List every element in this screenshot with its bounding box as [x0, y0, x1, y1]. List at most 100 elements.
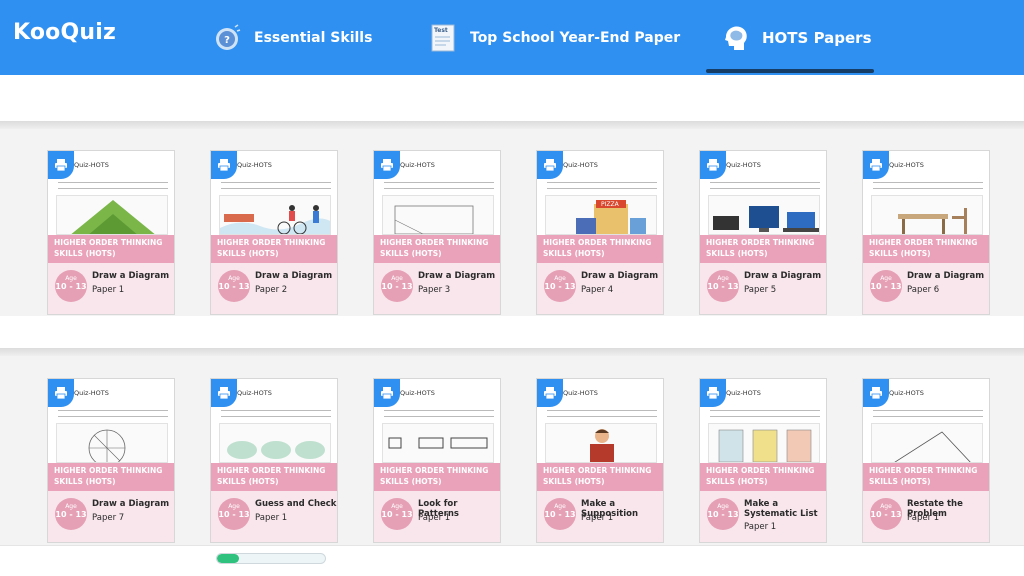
age-label: Age: [391, 275, 403, 282]
worksheet-name-lines: [384, 405, 494, 419]
card-brand: Quiz-HOTS: [563, 161, 598, 169]
printer-icon[interactable]: [374, 379, 400, 407]
hots-band-label: HIGHER ORDER THINKING SKILLS (HOTS): [374, 235, 500, 263]
worksheet-paper-number: Paper 1: [418, 513, 451, 523]
card-info: Age 10 - 13 Look for Patterns Paper 1: [374, 491, 500, 542]
age-label: Age: [65, 503, 77, 510]
worksheet-paper-number: Paper 4: [581, 285, 614, 295]
worksheet-paper-number: Paper 1: [581, 513, 614, 523]
age-badge: Age 10 - 13: [870, 270, 902, 302]
age-range: 10 - 13: [218, 510, 250, 519]
hots-band-label: HIGHER ORDER THINKING SKILLS (HOTS): [700, 463, 826, 491]
printer-icon[interactable]: [537, 151, 563, 179]
tab-top-school-year-end-paper[interactable]: Test Top School Year-End Paper: [428, 0, 680, 75]
worksheet-illustration: [219, 423, 331, 463]
printer-icon[interactable]: [863, 379, 889, 407]
hots-band-label: HIGHER ORDER THINKING SKILLS (HOTS): [537, 235, 663, 263]
printer-icon[interactable]: [48, 151, 74, 179]
age-label: Age: [554, 503, 566, 510]
worksheet-illustration: PIZZA: [545, 195, 657, 235]
progress-fill: [217, 554, 239, 563]
age-badge: Age 10 - 13: [707, 498, 739, 530]
brain-head-icon: [720, 23, 750, 53]
hots-band-label: HIGHER ORDER THINKING SKILLS (HOTS): [211, 235, 337, 263]
shelf-edge-1: [0, 121, 1024, 129]
worksheet-title: Draw a Diagram: [744, 271, 822, 281]
worksheet-paper-number: Paper 1: [744, 522, 777, 532]
kooquiz-logo[interactable]: KooQuiz: [13, 20, 116, 45]
card-info: Age 10 - 13 Draw a Diagram Paper 3: [374, 263, 500, 314]
worksheet-card[interactable]: Quiz-HOTS HIGHER ORDER THINKING SKILLS (H…: [699, 378, 827, 543]
shelf-edge-2: [0, 348, 1024, 356]
age-label: Age: [65, 275, 77, 282]
worksheet-card[interactable]: Quiz-HOTS HIGHER ORDER THINKING SKILLS (H…: [862, 150, 990, 315]
age-badge: Age 10 - 13: [544, 270, 576, 302]
printer-icon[interactable]: [211, 151, 237, 179]
printer-icon[interactable]: [374, 151, 400, 179]
worksheet-illustration: [708, 423, 820, 463]
age-label: Age: [228, 503, 240, 510]
worksheet-paper-number: Paper 1: [907, 513, 940, 523]
age-label: Age: [717, 275, 729, 282]
printer-icon[interactable]: [211, 379, 237, 407]
worksheet-card[interactable]: Quiz-HOTS HIGHER ORDER THINKING SKILLS (H…: [373, 378, 501, 543]
card-brand: Quiz-HOTS: [889, 161, 924, 169]
printer-icon[interactable]: [700, 379, 726, 407]
age-range: 10 - 13: [707, 510, 739, 519]
tab-top-school-label: Top School Year-End Paper: [470, 29, 681, 46]
worksheet-card[interactable]: Quiz-HOTS HIGHER ORDER THINKING SKILLS (H…: [210, 150, 338, 315]
svg-text:?: ?: [224, 35, 230, 46]
printer-icon[interactable]: [863, 151, 889, 179]
card-info: Age 10 - 13 Guess and Check Paper 1: [211, 491, 337, 542]
hots-band-label: HIGHER ORDER THINKING SKILLS (HOTS): [48, 235, 174, 263]
hots-band-label: HIGHER ORDER THINKING SKILLS (HOTS): [537, 463, 663, 491]
worksheet-paper-number: Paper 6: [907, 285, 940, 295]
age-range: 10 - 13: [870, 510, 902, 519]
active-tab-indicator: [706, 69, 874, 73]
tab-essential-skills[interactable]: ? Essential Skills: [212, 0, 372, 75]
card-brand: Quiz-HOTS: [400, 389, 435, 397]
tab-hots-papers[interactable]: HOTS Papers: [720, 0, 872, 75]
printer-icon[interactable]: [537, 379, 563, 407]
worksheet-name-lines: [873, 177, 983, 191]
card-brand: Quiz-HOTS: [400, 161, 435, 169]
worksheet-card[interactable]: Quiz-HOTS HIGHER ORDER THINKING SKILLS (H…: [699, 150, 827, 315]
worksheet-card[interactable]: Quiz-HOTS PIZZA HIGHER ORDER THINKING SKIL…: [536, 150, 664, 315]
card-brand: Quiz-HOTS: [889, 389, 924, 397]
age-range: 10 - 13: [544, 510, 576, 519]
worksheet-title: Draw a Diagram: [581, 271, 659, 281]
card-info: Age 10 - 13 Make a Supposition Paper 1: [537, 491, 663, 542]
worksheet-card[interactable]: Quiz-HOTS HIGHER ORDER THINKING SKILLS (H…: [210, 378, 338, 543]
hots-band-label: HIGHER ORDER THINKING SKILLS (HOTS): [863, 235, 989, 263]
card-info: Age 10 - 13 Restate the Problem Paper 1: [863, 491, 989, 542]
worksheet-title: Guess and Check: [255, 499, 337, 509]
age-range: 10 - 13: [381, 510, 413, 519]
hots-band-label: HIGHER ORDER THINKING SKILLS (HOTS): [48, 463, 174, 491]
worksheet-card[interactable]: Quiz-HOTS HIGHER ORDER THINKING SKILLS (H…: [536, 378, 664, 543]
printer-icon[interactable]: [700, 151, 726, 179]
age-range: 10 - 13: [544, 282, 576, 291]
svg-text:PIZZA: PIZZA: [601, 201, 620, 208]
worksheet-illustration: [382, 423, 494, 463]
age-badge: Age 10 - 13: [55, 270, 87, 302]
worksheet-card[interactable]: Quiz-HOTS HIGHER ORDER THINKING SKILLS (H…: [47, 150, 175, 315]
hots-band-label: HIGHER ORDER THINKING SKILLS (HOTS): [700, 235, 826, 263]
printer-icon[interactable]: [48, 379, 74, 407]
worksheet-card[interactable]: Quiz-HOTS HIGHER ORDER THINKING SKILLS (H…: [862, 378, 990, 543]
hots-band-label: HIGHER ORDER THINKING SKILLS (HOTS): [211, 463, 337, 491]
card-info: Age 10 - 13 Draw a Diagram Paper 6: [863, 263, 989, 314]
age-badge: Age 10 - 13: [707, 270, 739, 302]
card-info: Age 10 - 13 Draw a Diagram Paper 5: [700, 263, 826, 314]
svg-text:Test: Test: [434, 27, 448, 34]
tab-essential-skills-label: Essential Skills: [254, 29, 373, 46]
hots-band-label: HIGHER ORDER THINKING SKILLS (HOTS): [863, 463, 989, 491]
worksheet-card[interactable]: Quiz-HOTS HIGHER ORDER THINKING SKILLS (H…: [373, 150, 501, 315]
footer-bar: [0, 545, 1024, 576]
age-label: Age: [717, 503, 729, 510]
worksheet-illustration: [871, 195, 983, 235]
worksheet-card[interactable]: Quiz-HOTS HIGHER ORDER THINKING SKILLS (H…: [47, 378, 175, 543]
worksheet-name-lines: [710, 177, 820, 191]
worksheet-title: Draw a Diagram: [418, 271, 496, 281]
worksheet-name-lines: [221, 405, 331, 419]
worksheet-name-lines: [547, 177, 657, 191]
